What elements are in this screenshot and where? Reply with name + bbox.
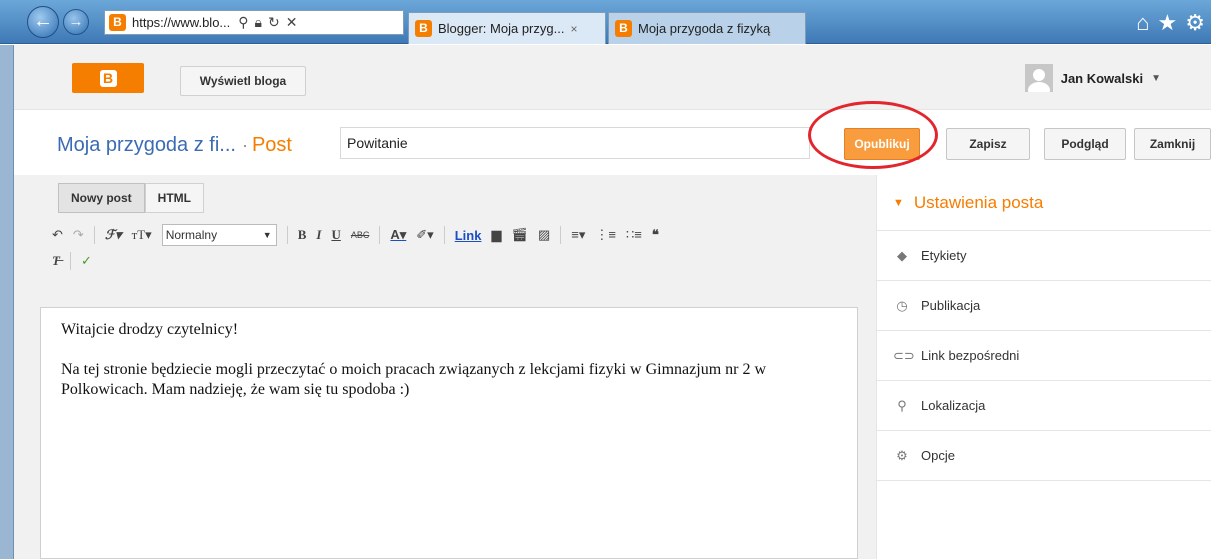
- blogger-favicon-icon: B: [615, 20, 632, 37]
- format-select[interactable]: Normalny ▼: [161, 224, 277, 246]
- clock-icon: ◷: [896, 297, 908, 313]
- post-content-editor[interactable]: Witajcie drodzy czytelnicy! Na tej stron…: [40, 307, 858, 559]
- undo-icon[interactable]: ↶: [52, 227, 63, 243]
- bold-icon[interactable]: B: [298, 227, 307, 243]
- preview-button[interactable]: Podgląd: [1044, 128, 1126, 160]
- post-title-input[interactable]: [340, 127, 810, 159]
- bullet-list-icon[interactable]: ∷≡: [626, 227, 642, 243]
- sidebar-item-labels[interactable]: ◆ Etykiety: [877, 231, 1211, 281]
- tag-icon: ◆: [897, 247, 907, 263]
- tab-label: Moja przygoda z fizyką: [638, 21, 771, 36]
- remove-formatting-icon[interactable]: T̶: [52, 253, 60, 269]
- lock-icon[interactable]: 🔒︎: [255, 14, 262, 31]
- sidebar-item-label: Link bezpośredni: [921, 348, 1020, 363]
- tab-label: Blogger: Moja przyg...: [438, 21, 565, 36]
- gear-icon[interactable]: ⚙: [1185, 10, 1205, 36]
- insert-link-button[interactable]: Link: [455, 228, 482, 243]
- editor-toolbar: ↶ ↷ ℱ▾ тT▾ Normalny ▼ B I U ABC A▾ ✐▾ Lin…: [52, 222, 852, 278]
- insert-image-icon[interactable]: ▆: [491, 227, 501, 243]
- font-family-icon[interactable]: ℱ▾: [105, 227, 122, 243]
- font-size-icon[interactable]: тT▾: [132, 227, 152, 243]
- content-paragraph: Na tej stronie będziecie mogli przeczyta…: [61, 361, 767, 398]
- address-text[interactable]: https://www.blo...: [132, 15, 230, 30]
- window-edge: [0, 45, 14, 559]
- caret-down-icon: ▼: [893, 196, 904, 209]
- back-arrow-icon[interactable]: ←: [27, 6, 59, 38]
- text-color-icon[interactable]: A▾: [390, 227, 406, 243]
- numbered-list-icon[interactable]: ⋮≡: [595, 227, 616, 243]
- sidebar-item-label: Opcje: [921, 448, 955, 463]
- save-button[interactable]: Zapisz: [946, 128, 1030, 160]
- search-icon[interactable]: ⚲: [238, 14, 248, 31]
- sidebar-item-label: Publikacja: [921, 298, 981, 313]
- blogger-logo-icon: B: [99, 69, 117, 87]
- post-settings-sidebar: ▼ Ustawienia posta ◆ Etykiety ◷ Publikac…: [876, 175, 1211, 559]
- highlight-color-icon[interactable]: ✐▾: [416, 227, 433, 243]
- user-name: Jan Kowalski: [1060, 70, 1144, 86]
- tab-blogger[interactable]: B Blogger: Moja przyg... ×: [408, 12, 606, 44]
- highlight-oval: [808, 101, 938, 169]
- blog-name-link[interactable]: Moja przygoda z fi...: [57, 134, 236, 156]
- insert-video-icon[interactable]: 🎬︎: [511, 227, 528, 243]
- address-bar[interactable]: B https://www.blo... ⚲ 🔒︎ ↻ ✕: [104, 10, 404, 35]
- tab-html[interactable]: HTML: [144, 183, 204, 213]
- blogger-logo[interactable]: B: [72, 63, 144, 93]
- chevron-down-icon: ▼: [1151, 72, 1161, 84]
- sidebar-item-permalink[interactable]: ⊂⊃ Link bezpośredni: [877, 331, 1211, 381]
- spellcheck-icon[interactable]: ✓: [81, 253, 92, 269]
- tab-compose[interactable]: Nowy post: [58, 183, 145, 213]
- post-title-row: Moja przygoda z fi...·Post Opublikuj Zap…: [14, 111, 1211, 175]
- strikethrough-icon[interactable]: ABC: [351, 230, 370, 240]
- chevron-down-icon: ▼: [262, 230, 272, 240]
- forward-arrow-icon[interactable]: →: [63, 9, 89, 35]
- tab-close-icon[interactable]: ×: [570, 22, 577, 36]
- location-pin-icon: ⚲: [897, 397, 907, 413]
- italic-icon[interactable]: I: [316, 227, 321, 243]
- avatar: [1024, 64, 1053, 92]
- sidebar-item-options[interactable]: ⚙ Opcje: [877, 431, 1211, 481]
- close-button[interactable]: Zamknij: [1134, 128, 1211, 160]
- link-icon: ⊂⊃: [893, 347, 915, 363]
- insert-jump-break-icon[interactable]: ▨: [538, 227, 550, 243]
- tab-blog[interactable]: B Moja przygoda z fizyką: [608, 12, 806, 44]
- blogger-favicon-icon: B: [415, 20, 432, 37]
- underline-icon[interactable]: U: [331, 227, 340, 243]
- home-icon[interactable]: ⌂: [1136, 10, 1149, 36]
- post-label: Post: [251, 134, 292, 156]
- refresh-icon[interactable]: ↻: [268, 14, 280, 31]
- stop-icon[interactable]: ✕: [286, 14, 298, 31]
- redo-icon[interactable]: ↷: [73, 227, 84, 243]
- sidebar-item-label: Etykiety: [921, 248, 967, 263]
- star-icon[interactable]: ★: [1158, 10, 1178, 36]
- quote-icon[interactable]: ❝: [652, 227, 659, 243]
- content-paragraph: Witajcie drodzy czytelnicy!: [61, 321, 239, 338]
- title-separator: ·: [241, 135, 248, 155]
- sidebar-item-schedule[interactable]: ◷ Publikacja: [877, 281, 1211, 331]
- blogger-favicon-icon: B: [109, 14, 126, 31]
- alignment-icon[interactable]: ≡▾: [571, 227, 585, 243]
- view-blog-button[interactable]: Wyświetl bloga: [180, 66, 306, 96]
- editor-mode-tabs: Nowy post HTML: [58, 183, 204, 213]
- gear-icon: ⚙: [896, 447, 908, 463]
- format-value: Normalny: [165, 228, 218, 242]
- post-settings-heading[interactable]: ▼ Ustawienia posta: [877, 175, 1211, 231]
- browser-toolbar: ← → B https://www.blo... ⚲ 🔒︎ ↻ ✕ B Blog…: [0, 0, 1211, 44]
- sidebar-item-location[interactable]: ⚲ Lokalizacja: [877, 381, 1211, 431]
- post-settings-title: Ustawienia posta: [913, 192, 1044, 212]
- blogger-header: B Wyświetl bloga Jan Kowalski ▼: [14, 45, 1211, 110]
- sidebar-item-label: Lokalizacja: [921, 398, 986, 413]
- user-menu[interactable]: Jan Kowalski ▼: [1024, 64, 1161, 92]
